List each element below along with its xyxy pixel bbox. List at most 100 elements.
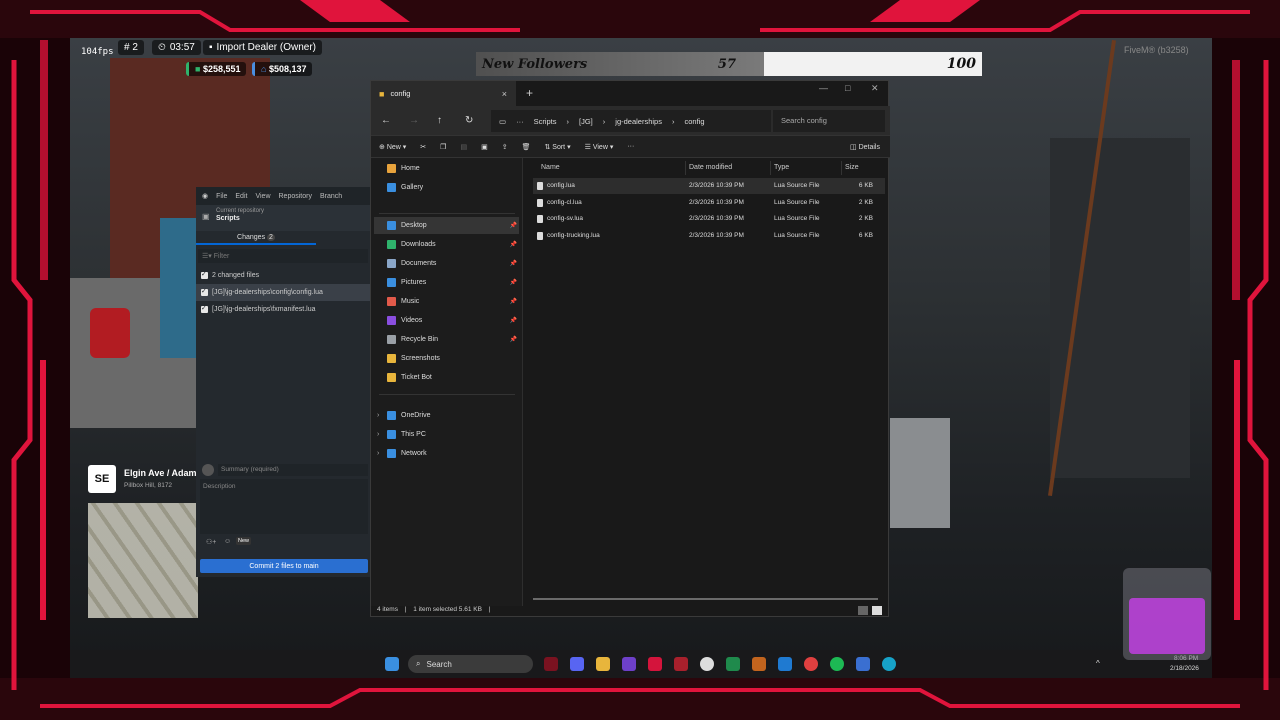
file-row[interactable]: config-sv.lua 2/3/2026 10:39 PM Lua Source… [533, 211, 885, 227]
description-input[interactable]: Description [200, 479, 368, 534]
back-icon[interactable]: ← [381, 115, 391, 126]
details-view-icon[interactable] [858, 606, 868, 615]
gh-menu-repository[interactable]: Repository [279, 193, 312, 200]
gh-menu-edit[interactable]: Edit [235, 193, 247, 200]
sidebar-item-documents[interactable]: Documents 📌 [385, 255, 519, 272]
computer-icon [387, 430, 396, 439]
start-icon[interactable] [385, 657, 399, 671]
file-row[interactable]: config.lua 2/3/2026 10:39 PM Lua Source Fi… [533, 178, 885, 194]
emoji-icon[interactable]: ☺ [224, 538, 231, 545]
app-icon[interactable] [544, 657, 558, 671]
delete-icon[interactable]: 🗑 [522, 143, 531, 151]
column-divider[interactable] [685, 161, 686, 175]
changed-files-header[interactable]: 2 changed files [196, 267, 370, 284]
tiles-view-icon[interactable] [872, 606, 882, 615]
column-size[interactable]: Size [845, 164, 859, 171]
new-button[interactable]: ⊕ New ▾ [379, 143, 406, 151]
obs-icon[interactable] [648, 657, 662, 671]
gh-menu-file[interactable]: File [216, 193, 227, 200]
stars-fill [1129, 598, 1205, 654]
app-icon[interactable] [856, 657, 870, 671]
column-divider[interactable] [770, 161, 771, 175]
file-checkbox[interactable] [201, 287, 208, 296]
sidebar-item-gallery[interactable]: Gallery [385, 179, 519, 196]
cut-icon[interactable]: ✂ [420, 143, 426, 151]
app-icon[interactable] [674, 657, 688, 671]
spotify-icon[interactable] [830, 657, 844, 671]
tab-changes[interactable]: Changes 2 [196, 231, 316, 245]
file-type: Lua Source File [774, 182, 820, 189]
maximize-icon[interactable]: □ [845, 83, 850, 93]
tray-chevron-icon[interactable]: ^ [1096, 659, 1100, 668]
breadcrumb[interactable]: ▭ ··· Scripts › [JG] › jg-dealerships › conf… [491, 110, 771, 132]
edge-icon[interactable] [882, 657, 896, 671]
minimize-icon[interactable]: — [819, 83, 828, 93]
close-window-icon[interactable]: ✕ [871, 83, 879, 94]
sidebar-item-network[interactable]: › Network [377, 445, 519, 462]
up-icon[interactable]: ↑ [437, 115, 442, 126]
bank-icon: ⌂ [261, 64, 269, 74]
share-icon[interactable]: ⇪ [502, 143, 508, 151]
app-icon[interactable] [726, 657, 740, 671]
column-divider[interactable] [841, 161, 842, 175]
chevron-right-icon[interactable]: › [377, 431, 379, 438]
column-date-modified[interactable]: Date modified [689, 164, 732, 171]
file-checkbox[interactable] [201, 304, 208, 313]
sidebar-item-recycle-bin[interactable]: Recycle Bin 📌 [385, 331, 519, 348]
copy-icon[interactable]: ❐ [440, 143, 446, 151]
commit-button[interactable]: Commit 2 files to main [200, 559, 368, 573]
horizontal-scrollbar[interactable] [533, 598, 878, 600]
app-icon[interactable] [700, 657, 714, 671]
gh-menu-view[interactable]: View [255, 193, 270, 200]
sidebar-item-downloads[interactable]: Downloads 📌 [385, 236, 519, 253]
file-row[interactable]: config-trucking.lua 2/3/2026 10:39 PM Lua … [533, 228, 885, 244]
file-row[interactable]: config-cl.lua 2/3/2026 10:39 PM Lua Source… [533, 195, 885, 211]
winrar-icon[interactable] [752, 657, 766, 671]
tab-config[interactable]: ■ config × [371, 81, 516, 106]
paste-icon[interactable]: ▤ [460, 143, 467, 151]
select-all-checkbox[interactable] [201, 270, 208, 279]
view-button[interactable]: ☰ View ▾ [585, 143, 614, 151]
vscode-icon[interactable] [778, 657, 792, 671]
sidebar-item-screenshots[interactable]: Screenshots [385, 350, 519, 367]
sidebar-item-onedrive[interactable]: › OneDrive [377, 407, 519, 424]
changed-file-row[interactable]: [JG]\jg-dealerships\fxmanifest.lua [196, 301, 370, 318]
add-coauthor-icon[interactable]: ⚇+ [206, 538, 216, 546]
summary-input[interactable]: Summary (required) [218, 464, 368, 476]
more-options-icon[interactable]: ··· [627, 143, 634, 150]
rename-icon[interactable]: ▣ [481, 143, 488, 151]
crumb-jg[interactable]: [JG] [579, 117, 593, 126]
search-input[interactable]: Search config [773, 110, 885, 132]
crumb-config[interactable]: config [684, 117, 704, 126]
sidebar-item-home[interactable]: Home [385, 160, 519, 177]
sidebar-item-desktop[interactable]: Desktop 📌 [374, 217, 519, 234]
chevron-right-icon[interactable]: › [377, 412, 379, 419]
details-button[interactable]: ◫ Details [850, 143, 880, 151]
chevron-right-icon[interactable]: › [377, 450, 379, 457]
gh-menu-branch[interactable]: Branch [320, 193, 342, 200]
chrome-icon[interactable] [804, 657, 818, 671]
forward-icon[interactable]: → [409, 115, 419, 126]
sidebar-item-music[interactable]: Music 📌 [385, 293, 519, 310]
crumb-scripts[interactable]: Scripts [534, 117, 557, 126]
github-desktop-icon[interactable] [622, 657, 636, 671]
taskbar-search[interactable]: ⌕ Search [408, 655, 533, 673]
discord-icon[interactable] [570, 657, 584, 671]
more-crumbs-icon[interactable]: ··· [516, 117, 524, 126]
new-tab-button[interactable]: + [526, 86, 533, 100]
bank-value: $508,137 [268, 64, 307, 74]
crumb-jg-dealerships[interactable]: jg-dealerships [615, 117, 662, 126]
file-explorer-icon[interactable] [596, 657, 610, 671]
column-name[interactable]: Name [541, 164, 560, 171]
sidebar-item-pictures[interactable]: Pictures 📌 [385, 274, 519, 291]
filter-input[interactable]: ☰▾ Filter [198, 249, 368, 263]
close-tab-icon[interactable]: × [502, 89, 507, 99]
column-type[interactable]: Type [774, 164, 789, 171]
sidebar-item-videos[interactable]: Videos 📌 [385, 312, 519, 329]
sort-button[interactable]: ⇅ Sort ▾ [544, 143, 570, 151]
sidebar-item-this-pc[interactable]: › This PC [377, 426, 519, 443]
changed-file-row[interactable]: [JG]\jg-dealerships\config\config.lua [196, 284, 370, 301]
sidebar-item-ticket-bot[interactable]: Ticket Bot [385, 369, 519, 386]
refresh-icon[interactable]: ↻ [465, 115, 473, 126]
current-repository-selector[interactable]: ▣ Current repository Scripts [196, 205, 370, 231]
